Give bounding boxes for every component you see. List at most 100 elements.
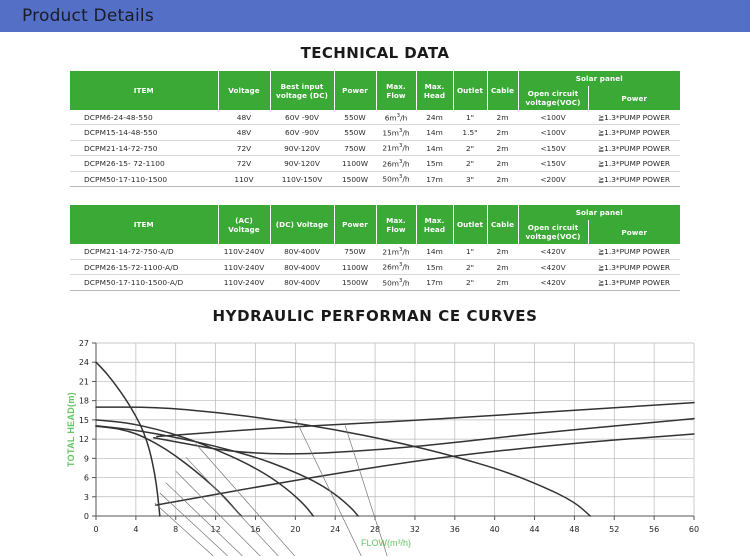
cell-value: <420V (518, 274, 588, 291)
cell-value: 2m (487, 259, 518, 276)
cell-value: 6m3/h (376, 110, 416, 126)
cell-value: 17m (416, 171, 453, 188)
col-item: ITEM (70, 71, 219, 110)
x-tick-label: 36 (450, 525, 460, 534)
x-tick-label: 4 (133, 525, 138, 534)
table-row: DCPM21-14-72-750-A/D 110V-240V 80V-400V 750… (70, 244, 680, 260)
cell-value: 110V-150V (270, 171, 334, 188)
col-outlet: Outlet (452, 71, 488, 110)
cell-value: 550W (334, 110, 376, 126)
cell-value: 24m (416, 110, 453, 126)
cell-value: 90V-120V (270, 155, 334, 172)
x-tick-label: 8 (173, 525, 178, 534)
x-tick-label: 0 (93, 525, 98, 534)
table-row: DCPM26-15-72-1100-A/D 110V-240V 80V-400V 11… (70, 259, 680, 276)
table-row: DCPM50-17-110-1500-A/D 110V-240V 80V-400V 1… (70, 274, 680, 291)
x-tick-label: 56 (649, 525, 659, 534)
cell-value: 14m (416, 124, 453, 141)
cell-value: 1" (453, 244, 487, 260)
col-solar-power: Power (587, 220, 680, 245)
cell-value: 2m (487, 244, 518, 260)
col-open-circuit-voltage: Open circuit voltage(VOC) (517, 86, 589, 110)
col-voltage: Voltage (217, 71, 271, 110)
table-row: DCPM15-14-48-550 48V 60V -90V 550W 15m3/h 14m… (70, 124, 680, 141)
cell-value: 110V-240V (218, 259, 270, 276)
table-row: DCPM6-24-48-550 48V 60V -90V 550W 6m3/h 24m 1"… (70, 110, 680, 126)
table-row: DCPM21-14-72-750 72V 90V-120V 750W 21m3/h 14m… (70, 140, 680, 157)
cell-value: 50m3/h (376, 274, 416, 291)
chart-curve (155, 433, 695, 506)
cell-value: 1.5" (453, 124, 487, 141)
cell-value: 26m3/h (376, 155, 416, 172)
cell-value: 72V (218, 155, 270, 172)
col-ac-voltage: (AC) Voltage (217, 205, 271, 245)
cell-value: 2m (487, 140, 518, 157)
cell-value: 2" (453, 140, 487, 157)
cell-value: 2m (487, 155, 518, 172)
col-cable: Cable (486, 205, 519, 245)
cell-value: 110V-240V (218, 244, 270, 260)
x-tick-label: 60 (689, 525, 699, 534)
curves-heading: HYDRAULIC PERFORMAN CE CURVES (212, 306, 538, 325)
cell-item: DCPM21-14-72-750 (70, 140, 218, 157)
cell-value: <150V (518, 155, 588, 172)
cell-value: 80V-400V (270, 244, 334, 260)
y-tick-label: 6 (84, 473, 89, 482)
cell-value: 26m3/h (376, 259, 416, 276)
spec-table-2-body: DCPM21-14-72-750-A/D 110V-240V 80V-400V 750… (70, 244, 680, 291)
y-tick-label: 15 (79, 416, 89, 425)
chart-gridlines (96, 342, 695, 517)
cell-value: 14m (416, 244, 453, 260)
cell-value: 21m3/h (376, 140, 416, 157)
spec-table-2-group-row: ITEM (AC) Voltage (DC) Voltage Power Max… (70, 205, 680, 245)
cell-value: 48V (218, 124, 270, 141)
spec-table-1-body: DCPM6-24-48-550 48V 60V -90V 550W 6m3/h 24m 1"… (70, 110, 680, 188)
cell-value: ≧1.3*PUMP POWER (588, 244, 680, 260)
y-tick-label: 12 (79, 435, 89, 444)
col-max-head: Max. Head (415, 71, 454, 110)
x-tick-label: 40 (490, 525, 500, 534)
cell-value: ≧1.3*PUMP POWER (588, 259, 680, 276)
y-tick-label: 3 (84, 493, 89, 502)
cell-value: <100V (518, 110, 588, 126)
col-open-circuit-voltage: Open circuit voltage(VOC) (517, 220, 589, 245)
col-power: Power (333, 71, 377, 110)
col-item: ITEM (70, 205, 219, 245)
cell-value: 2m (487, 124, 518, 141)
col-group-solar-panel: Solar panel (517, 71, 680, 86)
cell-value: ≧1.3*PUMP POWER (588, 110, 680, 126)
cell-value: <100V (518, 124, 588, 141)
cell-value: <200V (518, 171, 588, 188)
y-tick-label: 21 (79, 377, 89, 386)
cell-value: ≧1.3*PUMP POWER (588, 171, 680, 188)
cell-item: DCPM21-14-72-750-A/D (70, 244, 218, 260)
spec-table-2-wrapper: ITEM (AC) Voltage (DC) Voltage Power Max… (70, 205, 680, 291)
chart-y-axis-label: TOTAL HEAD(m) (66, 391, 76, 467)
x-tick-label: 52 (609, 525, 619, 534)
cell-value: 15m3/h (376, 124, 416, 141)
col-max-flow: Max. Flow (375, 71, 417, 110)
cell-value: 750W (334, 140, 376, 157)
cell-value: 2m (487, 171, 518, 188)
x-tick-label: 48 (569, 525, 579, 534)
cell-value: 2" (453, 155, 487, 172)
page-banner: Product Details (0, 0, 750, 32)
cell-item: DCPM26-15- 72-1100 (70, 155, 218, 172)
y-tick-label: 27 (79, 339, 89, 348)
col-dc-voltage: (DC) Voltage (269, 205, 335, 245)
x-tick-label: 24 (330, 525, 340, 534)
cell-value: 2m (487, 110, 518, 126)
cell-value: 550W (334, 124, 376, 141)
page-title: Product Details (22, 6, 154, 26)
cell-value: 1" (453, 110, 487, 126)
cell-value: 72V (218, 140, 270, 157)
y-tick-label: 9 (84, 454, 89, 463)
col-max-head: Max. Head (415, 205, 454, 245)
cell-value: ≧1.3*PUMP POWER (588, 155, 680, 172)
cell-value: 1500W (334, 274, 376, 291)
cell-item: DCPM50-17-110-1500 (70, 171, 218, 188)
cell-value: 90V-120V (270, 140, 334, 157)
chart-x-axis-label: FLOW(m³/h) (361, 537, 411, 548)
col-power: Power (333, 205, 377, 245)
cell-item: DCPM6-24-48-550 (70, 110, 218, 126)
